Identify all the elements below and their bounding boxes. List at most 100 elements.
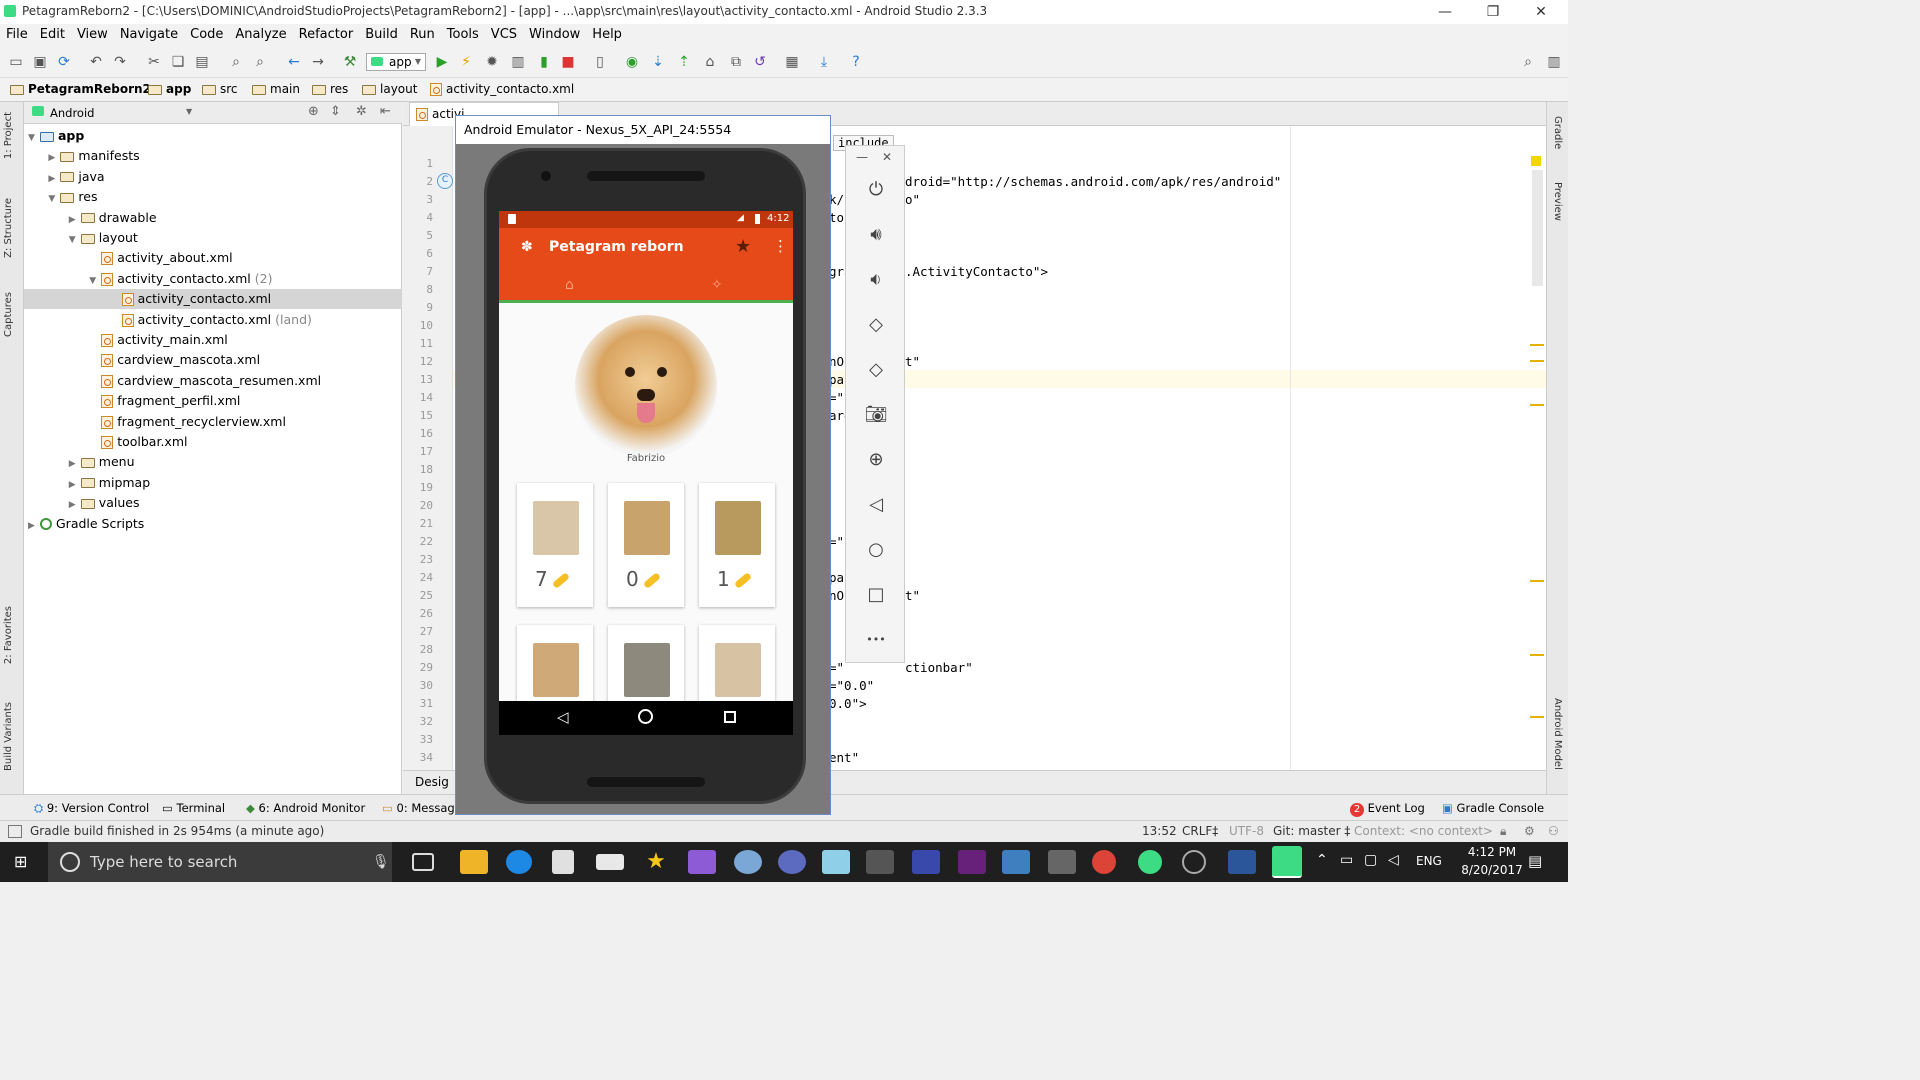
tree-item[interactable]: toolbar.xml — [24, 432, 402, 452]
clock-time[interactable]: 4:12 PM — [1462, 845, 1522, 859]
rotate-right-icon[interactable]: ◇ — [862, 356, 890, 384]
tree-item[interactable]: activity_contacto.xml (land) — [24, 310, 402, 330]
build-variants-tool-tab[interactable]: Build Variants — [3, 702, 14, 771]
profile-icon[interactable]: ▥ — [508, 52, 528, 72]
vcs-commit-icon[interactable]: ⇣ — [648, 52, 668, 72]
tray-arrow-icon[interactable]: ⌃ — [1316, 852, 1328, 868]
sdk-manager-icon[interactable]: ⌂ — [700, 52, 720, 72]
tree-item[interactable]: ▶ java — [24, 167, 402, 187]
emulator-title[interactable]: Android Emulator - Nexus_5X_API_24:5554 — [456, 116, 830, 144]
star-app-icon[interactable]: ★ — [642, 850, 670, 874]
stop-icon[interactable]: ■ — [558, 52, 578, 72]
calculator-icon[interactable] — [1048, 850, 1076, 874]
menu-tools[interactable]: Tools — [441, 24, 485, 45]
close-icon[interactable]: ✕ — [882, 150, 892, 164]
tree-item[interactable]: ▶ drawable — [24, 208, 402, 228]
tree-item[interactable]: ▼ layout — [24, 228, 402, 248]
design-tab[interactable]: Desig — [415, 775, 449, 789]
crumb-project[interactable]: PetagramReborn2 — [10, 82, 151, 96]
structure-icon[interactable]: ⧉ — [726, 52, 746, 72]
home-icon[interactable]: ○ — [862, 536, 890, 564]
vcs-push-icon[interactable]: ⇡ — [674, 52, 694, 72]
tree-item[interactable]: ▶ menu — [24, 452, 402, 472]
project-tool-tab[interactable]: 1: Project — [3, 112, 14, 159]
gradle-console-tab[interactable]: ▣ Gradle Console — [1442, 801, 1544, 815]
visual-studio-icon[interactable] — [688, 850, 716, 874]
crumb-src[interactable]: src — [202, 82, 238, 96]
menu-help[interactable]: Help — [586, 24, 628, 45]
find-icon[interactable]: ⌕ — [226, 52, 246, 72]
overflow-menu-icon[interactable]: ⋮ — [773, 237, 788, 255]
chevron-down-icon[interactable]: ▼ — [186, 107, 192, 116]
layout-icon[interactable]: ▥ — [1544, 52, 1564, 72]
menu-vcs[interactable]: VCS — [485, 24, 523, 45]
tab-home-icon[interactable]: ⌂ — [565, 277, 574, 293]
file-encoding[interactable]: UTF-8 — [1229, 824, 1264, 838]
tree-item[interactable]: ▼ res — [24, 187, 402, 207]
pet-card[interactable]: 7 — [517, 483, 593, 607]
menu-view[interactable]: View — [71, 24, 114, 45]
action-center-icon[interactable]: ▤ — [1528, 852, 1542, 870]
app-icon[interactable] — [778, 850, 806, 874]
vscode-icon[interactable] — [958, 850, 986, 874]
battery-icon[interactable]: ▭ — [1340, 852, 1353, 868]
crumb-layout[interactable]: layout — [362, 82, 417, 96]
devcpp-icon[interactable] — [912, 850, 940, 874]
file-explorer-icon[interactable] — [460, 850, 488, 874]
camera-icon[interactable]: 📷︎ — [862, 401, 890, 429]
chevron-right-icon[interactable]: ▶ — [28, 516, 40, 536]
pet-card[interactable]: 1 — [699, 483, 775, 607]
tree-item[interactable]: activity_contacto.xml — [24, 289, 402, 310]
menu-build[interactable]: Build — [359, 24, 404, 45]
warning-stripe[interactable] — [1530, 344, 1544, 346]
menu-refactor[interactable]: Refactor — [293, 24, 360, 45]
apply-changes-icon[interactable]: ⚡ — [456, 52, 476, 72]
chevron-down-icon[interactable]: ▼ — [48, 189, 60, 209]
vcs-update-icon[interactable]: ◉ — [622, 52, 642, 72]
context-indicator[interactable]: Context: <no context> — [1354, 824, 1493, 838]
menu-navigate[interactable]: Navigate — [114, 24, 184, 45]
warning-stripe[interactable] — [1530, 654, 1544, 656]
tree-item[interactable]: ▶ manifests — [24, 146, 402, 166]
warning-stripe[interactable] — [1530, 716, 1544, 718]
paste-icon[interactable]: ▤ — [192, 52, 212, 72]
caret-position[interactable]: 13:52 — [1142, 824, 1177, 838]
chevron-down-icon[interactable]: ▼ — [69, 230, 81, 250]
scroll-from-source-icon[interactable]: ⊕ — [308, 104, 319, 119]
redo-icon[interactable]: ↷ — [110, 52, 130, 72]
android-monitor-tab[interactable]: ◆ 6: Android Monitor — [246, 801, 365, 815]
restore-button[interactable]: ❐ — [1470, 2, 1516, 22]
debug-icon[interactable]: ✹ — [482, 52, 502, 72]
captures-tool-tab[interactable]: Captures — [3, 292, 14, 337]
microphone-icon[interactable]: 🎙︎ — [372, 842, 390, 882]
chevron-right-icon[interactable]: ▶ — [69, 210, 81, 230]
word-icon[interactable] — [1228, 850, 1256, 874]
collapse-all-icon[interactable]: ⇕ — [330, 104, 341, 119]
help-icon[interactable]: ? — [846, 52, 866, 72]
minimize-button[interactable]: — — [1422, 2, 1468, 22]
favorites-tool-tab[interactable]: 2: Favorites — [3, 606, 14, 664]
search-everywhere-icon[interactable]: ⌕ — [1518, 52, 1538, 72]
project-structure-icon[interactable]: ▦ — [782, 52, 802, 72]
crumb-main[interactable]: main — [252, 82, 300, 96]
tree-item[interactable]: cardview_mascota_resumen.xml — [24, 371, 402, 391]
app-icon[interactable] — [866, 850, 894, 874]
close-button[interactable]: ✕ — [1518, 2, 1564, 22]
make-project-icon[interactable]: ⚒ — [340, 52, 360, 72]
device-screen[interactable]: ◢ 4:12 ✽ Petagram reborn ★ ⋮ ⌂ ✧ Fabrizi… — [499, 211, 793, 735]
sync-icon[interactable]: ⟳ — [54, 52, 74, 72]
git-branch[interactable]: Git: master ‡ — [1273, 824, 1350, 838]
editor-scrollbar[interactable] — [1532, 170, 1543, 286]
chevron-down-icon[interactable]: ▼ — [28, 128, 40, 148]
undo-icon[interactable]: ↶ — [86, 52, 106, 72]
gear-icon[interactable]: ✲ — [356, 104, 367, 119]
app-icon[interactable] — [1002, 850, 1030, 874]
volume-up-icon[interactable]: 🔊︎ — [862, 221, 890, 249]
tree-item[interactable]: activity_about.xml — [24, 248, 402, 268]
chevron-right-icon[interactable]: ▶ — [69, 475, 81, 495]
rotate-left-icon[interactable]: ◇ — [862, 311, 890, 339]
chevron-right-icon[interactable]: ▶ — [69, 454, 81, 474]
revert-icon[interactable]: ↺ — [750, 52, 770, 72]
warning-stripe[interactable] — [1530, 404, 1544, 406]
nav-back-icon[interactable]: ◁ — [557, 708, 569, 726]
